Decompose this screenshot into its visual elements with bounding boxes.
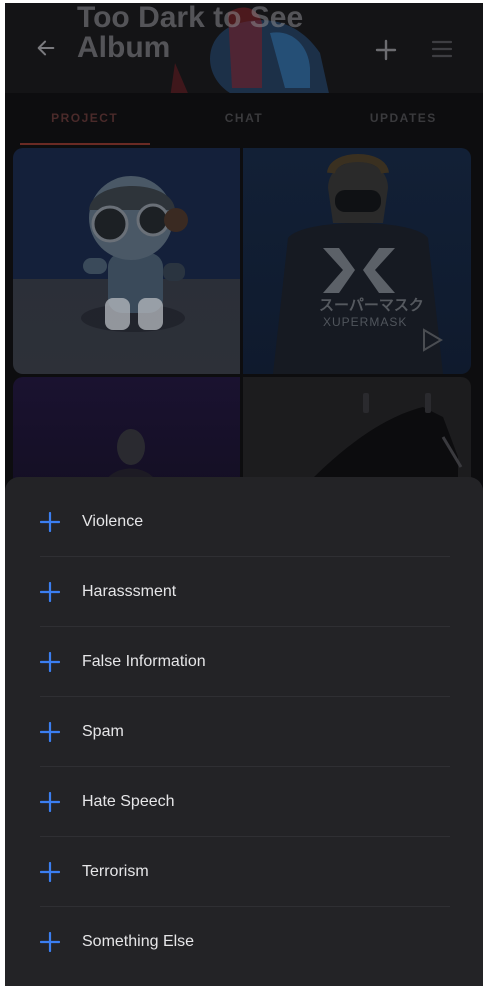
report-option-label: Violence (82, 512, 144, 530)
plus-icon (40, 511, 60, 532)
plus-icon (40, 931, 60, 952)
jp-brand-text: スーパーマスク (319, 297, 424, 314)
report-option-label: Hate Speech (82, 792, 175, 810)
report-bottom-sheet: Violence Harasssment False Information S… (5, 477, 483, 986)
add-icon[interactable] (374, 38, 398, 62)
report-option-harassment[interactable]: Harasssment (40, 557, 450, 627)
back-arrow-icon[interactable] (35, 37, 57, 59)
report-option-false-information[interactable]: False Information (40, 627, 450, 697)
report-option-label: Spam (82, 722, 124, 740)
report-option-violence[interactable]: Violence (40, 487, 450, 557)
hamburger-menu-icon[interactable] (430, 39, 454, 59)
media-tile[interactable] (243, 377, 471, 488)
plus-icon (40, 861, 60, 882)
active-tab-indicator (19, 143, 150, 145)
app-screen: Too Dark to See Album PROJECT CHAT UPDAT… (5, 3, 483, 986)
album-header: Too Dark to See Album (5, 3, 483, 93)
tab-label: PROJECT (51, 111, 119, 125)
report-options-list: Violence Harasssment False Information S… (5, 487, 450, 976)
report-option-label: False Information (82, 652, 206, 670)
report-option-something-else[interactable]: Something Else (40, 907, 450, 976)
plus-icon (40, 791, 60, 812)
album-title: Too Dark to See Album (77, 3, 304, 64)
plus-icon (40, 581, 60, 602)
tab-label: UPDATES (369, 111, 437, 125)
robot-figure-image (81, 176, 188, 332)
plus-icon (40, 721, 60, 742)
play-icon[interactable] (421, 328, 443, 352)
plus-icon (40, 651, 60, 672)
report-option-terrorism[interactable]: Terrorism (40, 837, 450, 907)
tab-label: CHAT (224, 111, 264, 125)
media-grid: スーパーマスク XUPERMASK (13, 148, 471, 488)
media-tile[interactable] (13, 148, 240, 374)
media-tile[interactable]: スーパーマスク XUPERMASK (243, 148, 471, 374)
portrait-image (103, 429, 159, 488)
media-tile[interactable] (13, 377, 240, 488)
tab-project[interactable]: PROJECT (19, 93, 150, 148)
brand-text: XUPERMASK (323, 315, 408, 329)
report-option-spam[interactable]: Spam (40, 697, 450, 767)
tab-updates[interactable]: UPDATES (338, 93, 468, 148)
report-option-hate-speech[interactable]: Hate Speech (40, 767, 450, 837)
report-option-label: Terrorism (82, 862, 149, 880)
tab-chat[interactable]: CHAT (179, 93, 309, 148)
report-option-label: Harasssment (82, 582, 177, 600)
report-option-label: Something Else (82, 932, 195, 950)
sneaker-image (303, 393, 463, 488)
album-tabs: PROJECT CHAT UPDATES (5, 93, 483, 148)
